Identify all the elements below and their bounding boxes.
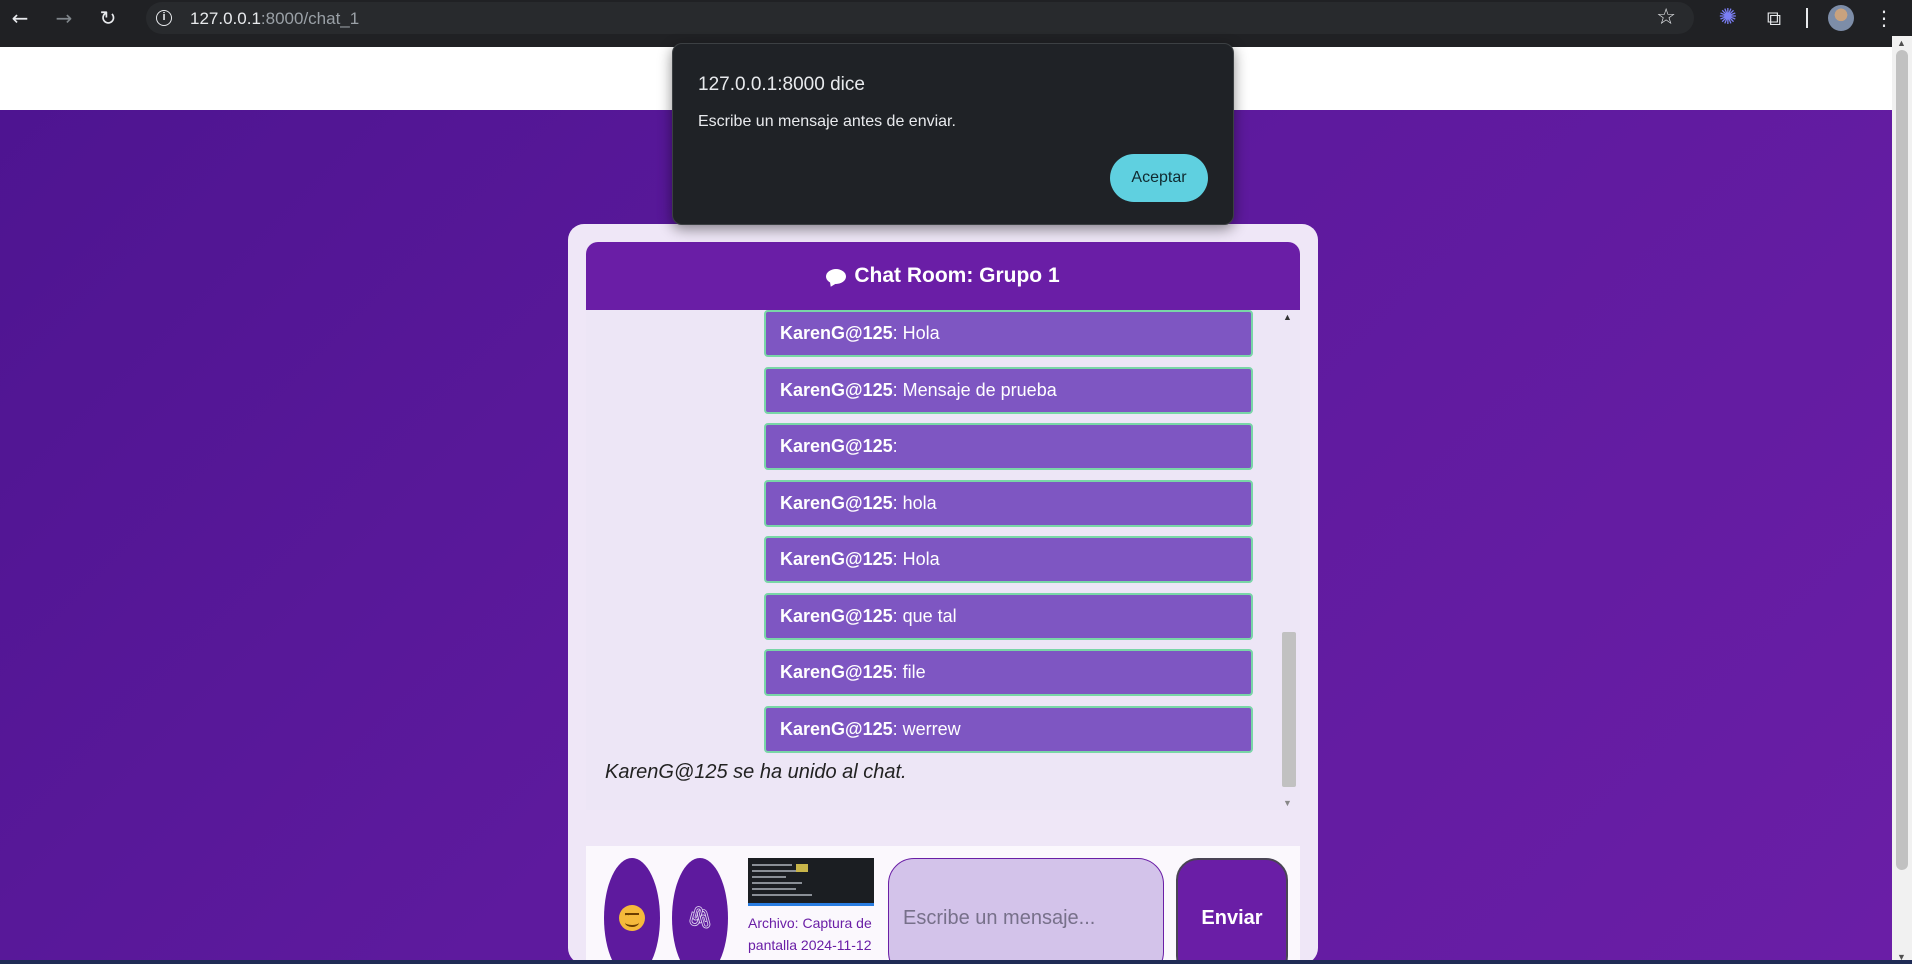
message-item: KarenG@125: Hola (764, 536, 1253, 583)
page-scrollbar-thumb[interactable] (1896, 50, 1908, 870)
message-item: KarenG@125: file (764, 649, 1253, 696)
scroll-down-arrow-icon[interactable]: ▼ (1283, 798, 1292, 808)
bookmark-star-icon[interactable]: ☆ (1656, 5, 1676, 30)
message-item: KarenG@125: (764, 423, 1253, 470)
smiley-icon (619, 905, 645, 931)
puzzle-icon[interactable]: ⧉ (1762, 6, 1786, 30)
profile-avatar[interactable] (1828, 5, 1854, 31)
extension-icon[interactable]: ✺ (1716, 6, 1740, 30)
menu-icon[interactable]: ⋮ (1872, 6, 1896, 30)
scrollbar-thumb[interactable] (1282, 632, 1296, 787)
forward-arrow-icon[interactable]: → (52, 6, 76, 30)
speech-bubble-icon (826, 268, 847, 284)
message-input[interactable] (888, 858, 1164, 964)
attach-file-button[interactable]: 🖇 (672, 858, 728, 964)
alert-dialog: 127.0.0.1:8000 dice Escribe un mensaje a… (672, 43, 1234, 225)
input-bar: 🖇 Archivo: Captura de pantalla 2024-11-1… (586, 846, 1300, 964)
page-scrollbar[interactable]: ▲ ▼ (1892, 36, 1912, 964)
reload-icon[interactable]: ↻ (96, 6, 120, 30)
attachment-thumbnail (748, 858, 874, 906)
paperclip-icon: 🖇 (686, 905, 714, 931)
messages-scrollbar[interactable]: ▲ ▼ (1278, 310, 1298, 810)
site-info-icon[interactable]: i (156, 10, 172, 26)
chat-title: Chat Room: Grupo 1 (854, 264, 1060, 287)
back-arrow-icon[interactable]: ← (8, 6, 32, 30)
message-item: KarenG@125: que tal (764, 593, 1253, 640)
message-item: KarenG@125: Mensaje de prueba (764, 367, 1253, 414)
send-button[interactable]: Enviar (1176, 858, 1288, 964)
join-notification: KarenG@125 se ha unido al chat. (605, 761, 907, 783)
emoji-button[interactable] (604, 858, 660, 964)
address-bar[interactable]: i 127.0.0.1:8000/chat_1 ☆ (146, 2, 1694, 34)
message-item: KarenG@125: werrew (764, 706, 1253, 753)
scroll-up-arrow-icon[interactable]: ▲ (1897, 38, 1906, 48)
browser-toolbar: ← → ↻ i 127.0.0.1:8000/chat_1 ☆ ✺ ⧉ ⋮ (0, 0, 1912, 36)
alert-ok-button[interactable]: Aceptar (1110, 154, 1208, 202)
alert-message: Escribe un mensaje antes de enviar. (698, 113, 956, 130)
message-item: KarenG@125: hola (764, 480, 1253, 527)
message-item: KarenG@125: Hola (764, 310, 1253, 357)
toolbar-divider (1806, 8, 1808, 28)
attachment-filename: Archivo: Captura de pantalla 2024-11-12 … (748, 915, 872, 964)
chat-header: Chat Room: Grupo 1 (586, 242, 1300, 310)
taskbar-edge (0, 960, 1912, 964)
messages-area[interactable]: KarenG@125: Hola KarenG@125: Mensaje de … (586, 310, 1300, 810)
scroll-up-arrow-icon[interactable]: ▲ (1283, 312, 1292, 322)
chat-container: Chat Room: Grupo 1 KarenG@125: Hola Kare… (568, 224, 1318, 964)
url-text[interactable]: 127.0.0.1:8000/chat_1 (190, 9, 359, 29)
alert-title: 127.0.0.1:8000 dice (698, 74, 865, 95)
